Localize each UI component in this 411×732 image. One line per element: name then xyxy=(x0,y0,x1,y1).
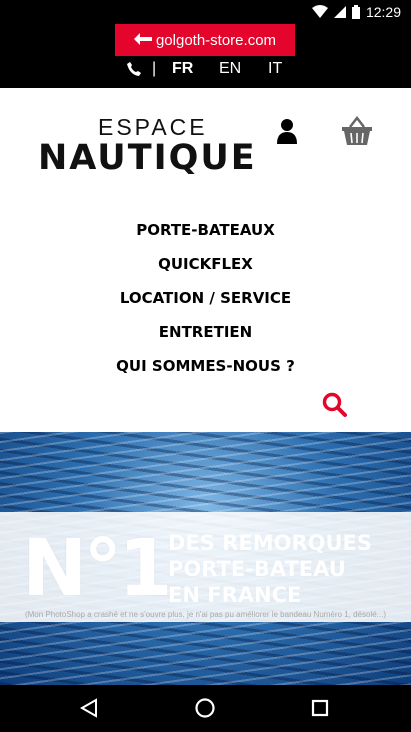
main-menu: PORTE-BATEAUX QUICKFLEX LOCATION / SERVI… xyxy=(0,218,411,388)
cart-icon[interactable] xyxy=(341,116,373,146)
user-icon[interactable] xyxy=(276,118,298,144)
top-bar: golgoth-store.com | FR EN IT xyxy=(0,24,411,88)
menu-item-quickflex[interactable]: QUICKFLEX xyxy=(0,252,411,286)
logo-line1: ESPACE xyxy=(98,114,208,140)
logo-line2: NAUTIQUE xyxy=(38,138,257,178)
menu-item-location-service[interactable]: LOCATION / SERVICE xyxy=(0,286,411,320)
home-icon[interactable] xyxy=(194,697,216,719)
menu-item-porte-bateaux[interactable]: PORTE-BATEAUX xyxy=(0,218,411,252)
language-en[interactable]: EN xyxy=(219,60,241,78)
menu-item-entretien[interactable]: ENTRETIEN xyxy=(0,320,411,354)
separator: | xyxy=(152,60,157,77)
hero-banner: N°1 DES REMORQUES PORTE-BATEAU EN FRANCE… xyxy=(0,432,411,685)
site-logo[interactable]: ESPACE NAUTIQUE xyxy=(38,114,268,178)
store-link-label: golgoth-store.com xyxy=(155,31,277,49)
status-icons: 12:29 xyxy=(311,4,401,20)
battery-icon xyxy=(351,5,360,19)
hero-number: N°1 xyxy=(22,524,173,614)
store-link-button[interactable]: golgoth-store.com xyxy=(115,24,295,56)
phone-icon[interactable] xyxy=(127,62,141,81)
status-bar: 12:29 xyxy=(0,0,411,24)
android-nav-bar xyxy=(0,685,411,732)
search-icon[interactable] xyxy=(322,392,348,418)
menu-item-qui-sommes-nous[interactable]: QUI SOMMES-NOUS ? xyxy=(0,354,411,388)
back-icon[interactable] xyxy=(80,698,98,718)
recents-icon[interactable] xyxy=(311,699,329,717)
wifi-icon xyxy=(311,5,328,18)
language-it[interactable]: IT xyxy=(268,60,282,78)
language-fr[interactable]: FR xyxy=(172,60,193,78)
status-time: 12:29 xyxy=(365,4,401,20)
signal-icon xyxy=(333,6,346,18)
arrow-left-icon xyxy=(133,32,152,49)
hero-note: (Mon PhotoShop a crashé et ne s'ouvre pl… xyxy=(24,610,387,619)
hero-headline: DES REMORQUES PORTE-BATEAU EN FRANCE xyxy=(168,531,373,607)
language-row: | FR EN IT xyxy=(0,60,411,82)
